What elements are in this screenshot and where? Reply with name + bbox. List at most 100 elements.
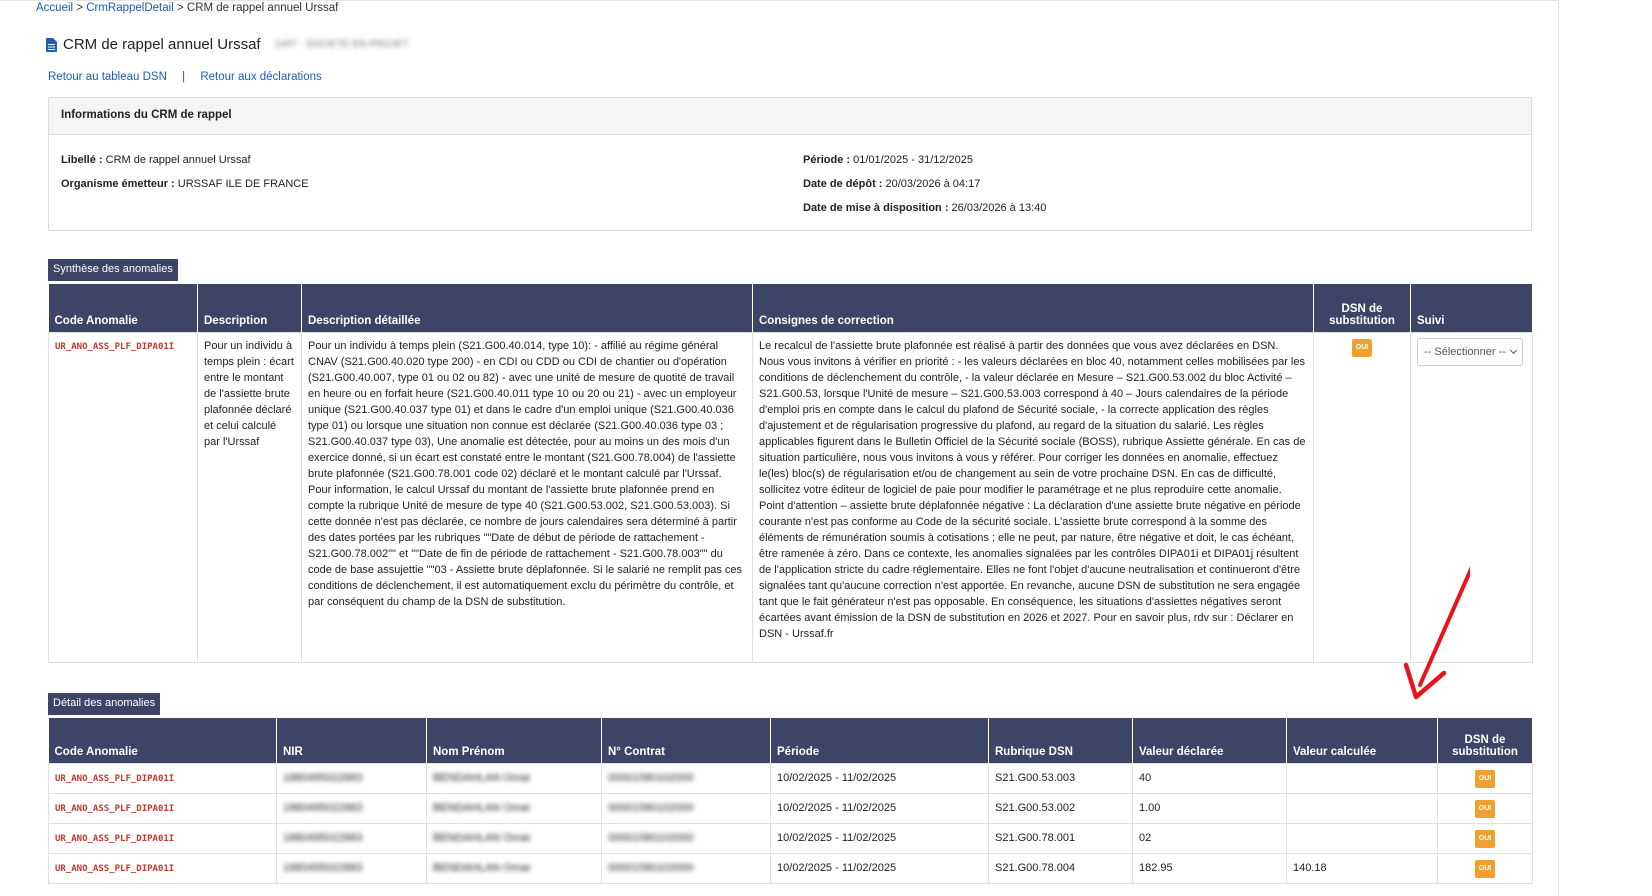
header-nom-prenom: Nom Prénom xyxy=(426,718,602,763)
breadcrumb-current: CRM de rappel annuel Urssaf xyxy=(186,2,339,14)
row-contrat: 00001580102000 xyxy=(601,792,771,824)
table-row: UR_ANO_ASS_PLF_DIPA01I 1880495022883 BEN… xyxy=(48,822,1533,854)
row-nom: BENDAHLAN Omar xyxy=(426,762,602,794)
header-nir: NIR xyxy=(276,718,427,763)
row-rubrique: S21.G00.53.003 xyxy=(988,762,1133,794)
info-libelle: Libellé : CRM de rappel annuel Urssaf xyxy=(61,154,251,166)
row-nom: BENDAHLAN Omar xyxy=(426,822,602,854)
table-row: UR_ANO_ASS_PLF_DIPA01I 1880495022883 BEN… xyxy=(48,762,1533,794)
row-rubrique: S21.G00.78.001 xyxy=(988,822,1133,854)
synthese-section-label: Synthèse des anomalies xyxy=(48,259,178,281)
page-subtitle-blurred: 1407 - SOCIETE EN PROJET xyxy=(274,39,409,50)
row-valeur-declaree: 182.95 xyxy=(1132,852,1287,884)
anomaly-consignes: Le recalcul de l'assiette brute plafonné… xyxy=(752,331,1314,663)
row-dsn: OUI xyxy=(1437,852,1533,884)
row-valeur-calculee xyxy=(1286,762,1438,794)
row-nom: BENDAHLAN Omar xyxy=(426,852,602,884)
right-gutter-divider xyxy=(1558,0,1559,896)
header-contrat: N° Contrat xyxy=(601,718,771,763)
anomaly-description: Pour un individu à temps plein : écart e… xyxy=(197,331,302,663)
suivi-select-value: -- Sélectionner -- xyxy=(1424,345,1506,358)
row-nir: 1880495022883 xyxy=(276,792,427,824)
row-periode: 10/02/2025 - 11/02/2025 xyxy=(770,852,989,884)
breadcrumb-section-link[interactable]: CrmRappelDetail xyxy=(86,2,174,14)
breadcrumb-home-link[interactable]: Accueil xyxy=(36,2,73,14)
info-date-depot: Date de dépôt : 20/03/2026 à 04:17 xyxy=(803,178,981,190)
header-suivi: Suivi xyxy=(1410,284,1533,332)
header-description: Description xyxy=(197,284,302,332)
arrow-shaft xyxy=(1418,566,1470,687)
page-title-text: CRM de rappel annuel Urssaf xyxy=(63,36,261,53)
chevron-down-icon xyxy=(1509,346,1518,354)
dsn-cell: OUI xyxy=(1313,331,1411,663)
header-code-anomalie: Code Anomalie xyxy=(48,284,198,332)
header-rubrique: Rubrique DSN xyxy=(988,718,1133,763)
back-to-declarations-link[interactable]: Retour aux déclarations xyxy=(200,71,321,83)
synthese-header-row: Code Anomalie Description Description dé… xyxy=(48,284,1533,332)
row-rubrique: S21.G00.53.002 xyxy=(988,792,1133,824)
row-code: UR_ANO_ASS_PLF_DIPA01I xyxy=(48,762,277,794)
info-panel-header: Informations du CRM de rappel xyxy=(49,98,1531,135)
row-valeur-declaree: 1.00 xyxy=(1132,792,1287,824)
red-arrow-annotation xyxy=(1403,566,1470,700)
row-contrat: 00001580102000 xyxy=(601,852,771,884)
anomaly-detail: Pour un individu à temps plein (S21.G00.… xyxy=(301,331,753,663)
row-valeur-calculee xyxy=(1286,792,1438,824)
row-dsn: OUI xyxy=(1437,822,1533,854)
row-code: UR_ANO_ASS_PLF_DIPA01I xyxy=(48,822,277,854)
row-code: UR_ANO_ASS_PLF_DIPA01I xyxy=(48,852,277,884)
detail-section-label: Détail des anomalies xyxy=(48,693,161,715)
status-badge: OUI xyxy=(1474,799,1496,818)
row-rubrique: S21.G00.78.004 xyxy=(988,852,1133,884)
header-valeur-declaree: Valeur déclarée xyxy=(1132,718,1287,763)
header-consignes: Consignes de correction xyxy=(752,284,1314,332)
row-nir: 1880495022883 xyxy=(276,762,427,794)
row-nir: 1880495022883 xyxy=(276,852,427,884)
header-description-detaillee: Description détaillée xyxy=(301,284,753,332)
row-periode: 10/02/2025 - 11/02/2025 xyxy=(770,762,989,794)
synthese-table: Code Anomalie Description Description dé… xyxy=(48,284,1533,663)
status-badge: OUI xyxy=(1351,338,1373,357)
back-links: Retour au tableau DSN | Retour aux décla… xyxy=(48,71,322,83)
row-contrat: 00001580102000 xyxy=(601,822,771,854)
top-border xyxy=(0,0,1558,1)
row-valeur-declaree: 40 xyxy=(1132,762,1287,794)
header-code-anomalie: Code Anomalie xyxy=(48,718,277,763)
detail-header-row: Code Anomalie NIR Nom Prénom N° Contrat … xyxy=(48,718,1533,763)
back-to-dsn-link[interactable]: Retour au tableau DSN xyxy=(48,71,167,83)
table-row: UR_ANO_ASS_PLF_DIPA01I 1880495022883 BEN… xyxy=(48,852,1533,884)
row-periode: 10/02/2025 - 11/02/2025 xyxy=(770,822,989,854)
header-dsn-substitution: DSN de substitution xyxy=(1313,284,1411,332)
row-periode: 10/02/2025 - 11/02/2025 xyxy=(770,792,989,824)
breadcrumb: Accueil > CrmRappelDetail > CRM de rappe… xyxy=(36,2,338,14)
row-code: UR_ANO_ASS_PLF_DIPA01I xyxy=(48,792,277,824)
link-separator: | xyxy=(182,71,186,83)
info-organisme: Organisme émetteur : URSSAF ILE DE FRANC… xyxy=(61,178,309,190)
row-dsn: OUI xyxy=(1437,792,1533,824)
document-icon xyxy=(46,37,57,52)
row-valeur-calculee xyxy=(1286,822,1438,854)
row-nir: 1880495022883 xyxy=(276,822,427,854)
page-title: CRM de rappel annuel Urssaf 1407 - SOCIE… xyxy=(46,36,409,53)
suivi-select[interactable]: -- Sélectionner -- xyxy=(1417,337,1523,366)
status-badge: OUI xyxy=(1474,829,1496,848)
info-right-column: Période : 01/01/2025 - 31/12/2025 Date d… xyxy=(803,148,1046,220)
row-valeur-calculee: 140.18 xyxy=(1286,852,1438,884)
info-periode: Période : 01/01/2025 - 31/12/2025 xyxy=(803,154,974,166)
table-row: UR_ANO_ASS_PLF_DIPA01I Pour un individu … xyxy=(48,331,1533,663)
info-date-disposition: Date de mise à disposition : 26/03/2026 … xyxy=(803,202,1047,214)
breadcrumb-separator: > xyxy=(176,2,184,14)
header-dsn-substitution: DSN de substitution xyxy=(1437,718,1533,763)
anomaly-code: UR_ANO_ASS_PLF_DIPA01I xyxy=(48,331,198,663)
status-badge: OUI xyxy=(1474,769,1496,788)
row-contrat: 00001580102000 xyxy=(601,762,771,794)
row-valeur-declaree: 02 xyxy=(1132,822,1287,854)
status-badge: OUI xyxy=(1474,859,1496,878)
info-left-column: Libellé : CRM de rappel annuel Urssaf Or… xyxy=(61,148,309,196)
crm-info-panel: Informations du CRM de rappel Libellé : … xyxy=(48,97,1532,231)
header-valeur-calculee: Valeur calculée xyxy=(1286,718,1438,763)
header-periode: Période xyxy=(770,718,989,763)
row-nom: BENDAHLAN Omar xyxy=(426,792,602,824)
detail-table: Code Anomalie NIR Nom Prénom N° Contrat … xyxy=(48,718,1533,884)
table-row: UR_ANO_ASS_PLF_DIPA01I 1880495022883 BEN… xyxy=(48,792,1533,824)
